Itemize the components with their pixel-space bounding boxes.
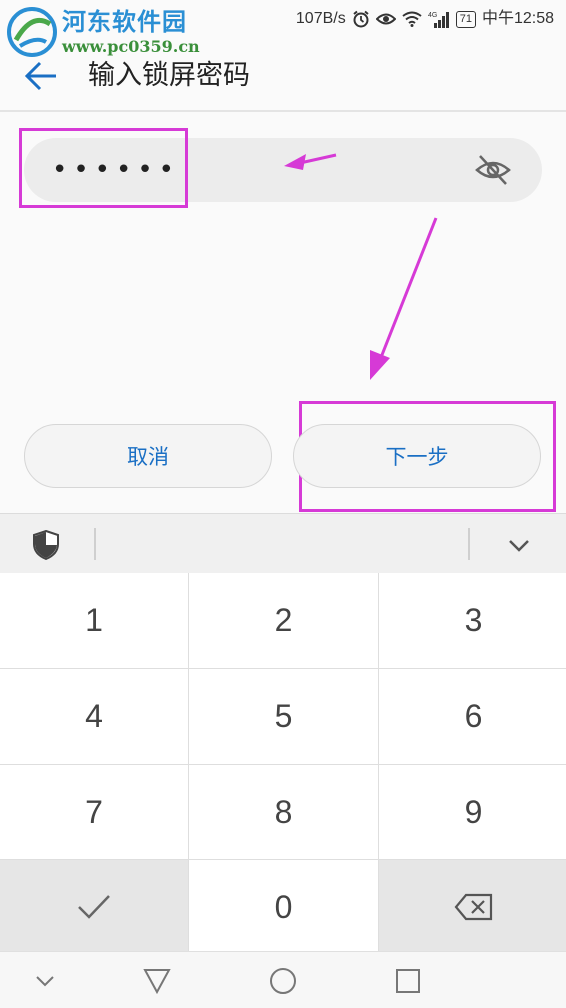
annotation-arrowhead-next	[370, 350, 390, 380]
key-8[interactable]: 8	[189, 765, 378, 859]
key-3[interactable]: 3	[379, 573, 566, 668]
next-button[interactable]: 下一步	[293, 424, 541, 488]
back-triangle-icon[interactable]	[140, 964, 174, 998]
chevron-down-icon[interactable]	[506, 532, 532, 558]
backspace-icon	[454, 893, 492, 921]
delete-key[interactable]	[379, 860, 566, 954]
lock-password-screen: 河东软件园 www.pc0359.cn 107B/s 4G 71 中午12:58…	[0, 0, 566, 1008]
key-9[interactable]: 9	[379, 765, 566, 859]
hide-nav-icon[interactable]	[28, 964, 62, 998]
key-7[interactable]: 7	[0, 765, 188, 859]
key-4[interactable]: 4	[0, 669, 188, 764]
key-5[interactable]: 5	[189, 669, 378, 764]
home-circle-icon[interactable]	[266, 964, 300, 998]
recents-square-icon[interactable]	[391, 964, 425, 998]
keyboard-toolbar	[0, 513, 566, 573]
key-2[interactable]: 2	[189, 573, 378, 668]
confirm-key[interactable]	[0, 860, 188, 954]
checkmark-icon	[78, 895, 110, 919]
cancel-button[interactable]: 取消	[24, 424, 272, 488]
key-0[interactable]: 0	[189, 860, 378, 954]
toolbar-divider	[468, 528, 470, 560]
numeric-keypad: 1 2 3 4 5 6 7 8 9 0	[0, 573, 566, 954]
shield-icon	[33, 530, 59, 560]
key-6[interactable]: 6	[379, 669, 566, 764]
annotation-arrow-next	[378, 217, 438, 361]
navigation-bar	[0, 951, 566, 1008]
annotation-arrowhead-password	[284, 154, 306, 170]
key-1[interactable]: 1	[0, 573, 188, 668]
toolbar-divider	[94, 528, 96, 560]
